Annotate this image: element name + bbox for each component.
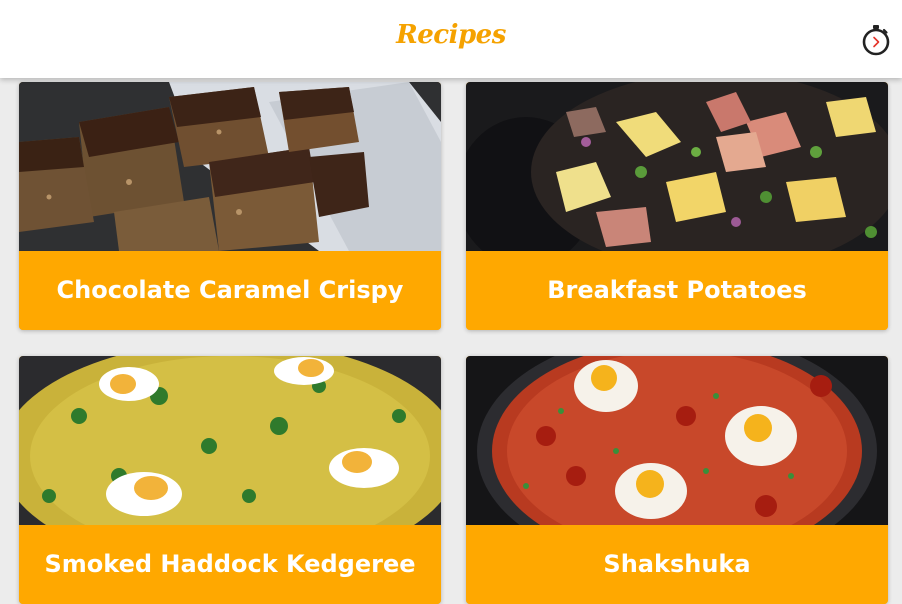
app-bar: Recipes xyxy=(0,0,902,78)
recipe-title: Chocolate Caramel Crispy xyxy=(19,251,441,330)
recipe-title: Breakfast Potatoes xyxy=(466,251,888,330)
app-title: Recipes xyxy=(396,20,506,50)
timer-button[interactable] xyxy=(858,22,894,58)
recipe-photo xyxy=(466,356,888,525)
recipe-title: Smoked Haddock Kedgeree xyxy=(19,525,441,604)
recipe-card[interactable]: Smoked Haddock Kedgeree xyxy=(19,356,441,604)
recipe-photo xyxy=(19,356,441,525)
stopwatch-icon xyxy=(862,25,890,56)
recipe-card[interactable]: Shakshuka xyxy=(466,356,888,604)
recipe-card[interactable]: Breakfast Potatoes xyxy=(466,82,888,330)
recipe-card[interactable]: Chocolate Caramel Crispy xyxy=(19,82,441,330)
recipe-grid: Chocolate Caramel Crispy Breakfast Potat… xyxy=(0,0,902,604)
recipe-photo xyxy=(466,82,888,251)
recipe-title: Shakshuka xyxy=(466,525,888,604)
recipe-photo xyxy=(19,82,441,251)
